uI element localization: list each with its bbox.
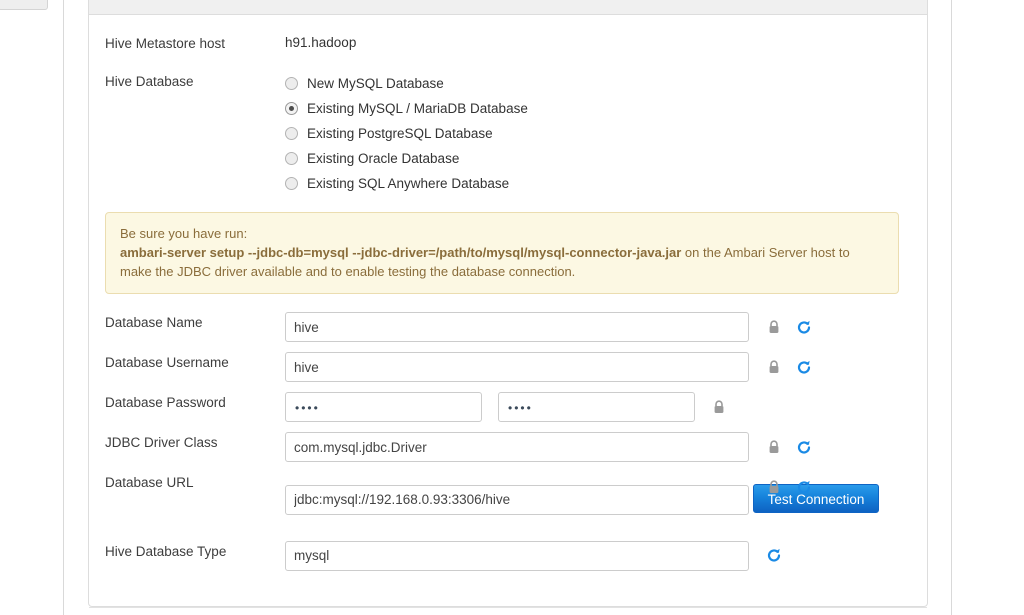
row-database-username: Database Username: [105, 352, 911, 382]
refresh-icon[interactable]: [794, 477, 814, 497]
radio-label: Existing MySQL / MariaDB Database: [307, 100, 528, 116]
right-column-divider: [951, 0, 952, 615]
control-col-database-url: Test Connection: [285, 472, 911, 515]
control-col-database-username: [285, 352, 911, 382]
refresh-icon[interactable]: [764, 546, 784, 566]
radio-existing-sql-anywhere-database[interactable]: Existing SQL Anywhere Database: [285, 171, 911, 196]
alert-line-2: ambari-server setup --jdbc-db=mysql --jd…: [120, 243, 884, 281]
row-database-password: Database Password •••• ••••: [105, 392, 911, 422]
hive-metastore-panel: Hive Metastore Hive Metastore host h91.h…: [88, 0, 928, 608]
label-database-url: Database URL: [105, 475, 194, 490]
radio-new-mysql-database[interactable]: New MySQL Database: [285, 71, 911, 96]
control-col-database-name: [285, 312, 911, 342]
radio-label: Existing SQL Anywhere Database: [307, 175, 510, 191]
label-database-username: Database Username: [105, 355, 229, 370]
database-url-input[interactable]: [285, 484, 749, 515]
label-hive-database: Hive Database: [105, 74, 194, 89]
row-database-name: Database Name: [105, 312, 911, 342]
radio-list: New MySQL Database Existing MySQL / Mari…: [285, 71, 911, 196]
lock-icon: [764, 317, 784, 337]
lock-icon: [709, 397, 729, 417]
panel-heading: Hive Metastore: [89, 0, 927, 15]
left-column-divider: [63, 0, 64, 615]
radio-label: Existing Oracle Database: [307, 150, 460, 166]
control-col-hive-database-type: [285, 540, 911, 571]
panel-bottom-divider: [89, 607, 927, 608]
label-jdbc-driver-class: JDBC Driver Class: [105, 435, 218, 450]
control-col-jdbc-driver-class: [285, 432, 911, 462]
database-password-confirm-input[interactable]: ••••: [498, 392, 695, 422]
radio-label: Existing PostgreSQL Database: [307, 125, 493, 141]
row-database-url: Database URL T: [105, 472, 911, 515]
label-metastore-host: Hive Metastore host: [105, 36, 226, 51]
radio-existing-oracle-database[interactable]: Existing Oracle Database: [285, 146, 911, 171]
database-username-input[interactable]: [285, 352, 749, 382]
password-confirm-masked-value: ••••: [508, 401, 533, 415]
label-database-password: Database Password: [105, 395, 226, 410]
radio-mark-icon: [285, 102, 298, 115]
panel-title-link[interactable]: Hive Metastore: [103, 0, 203, 3]
row-jdbc-driver-class: JDBC Driver Class: [105, 432, 911, 462]
label-hive-database-type: Hive Database Type: [105, 543, 227, 559]
database-name-input[interactable]: [285, 312, 749, 342]
hive-database-type-input[interactable]: [285, 540, 749, 571]
row-hive-database-type: Hive Database Type: [105, 540, 911, 571]
value-col-metastore-host: h91.hadoop: [285, 33, 911, 53]
radio-existing-mysql-mariadb-database[interactable]: Existing MySQL / MariaDB Database: [285, 96, 911, 121]
radio-mark-icon: [285, 127, 298, 140]
database-password-input[interactable]: ••••: [285, 392, 482, 422]
radio-label: New MySQL Database: [307, 75, 444, 91]
radio-mark-icon: [285, 77, 298, 90]
radio-mark-icon: [285, 177, 298, 190]
lock-icon: [764, 477, 784, 497]
password-field-pair: •••• ••••: [285, 392, 911, 422]
jdbc-driver-alert: Be sure you have run: ambari-server setu…: [105, 212, 899, 294]
radio-mark-icon: [285, 152, 298, 165]
panel-body: Hive Metastore host h91.hadoop Hive Data…: [89, 15, 927, 571]
control-col-database-password: •••• ••••: [285, 392, 911, 422]
label-database-name: Database Name: [105, 315, 203, 330]
value-metastore-host: h91.hadoop: [285, 35, 357, 50]
row-hive-database: Hive Database New MySQL Database Existin…: [105, 71, 911, 196]
alert-line-1: Be sure you have run:: [120, 226, 248, 241]
refresh-icon[interactable]: [794, 317, 814, 337]
top-left-widget-stub: [0, 0, 48, 10]
radio-existing-postgresql-database[interactable]: Existing PostgreSQL Database: [285, 121, 911, 146]
page-root: Hive Metastore Hive Metastore host h91.h…: [0, 0, 1024, 615]
refresh-icon[interactable]: [794, 437, 814, 457]
lock-icon: [764, 437, 784, 457]
password-masked-value: ••••: [295, 401, 320, 415]
refresh-icon[interactable]: [794, 357, 814, 377]
alert-command-text: ambari-server setup --jdbc-db=mysql --jd…: [120, 245, 682, 260]
radio-group-hive-database: New MySQL Database Existing MySQL / Mari…: [285, 71, 911, 196]
jdbc-driver-class-input[interactable]: [285, 432, 749, 462]
lock-icon: [764, 357, 784, 377]
row-metastore-host: Hive Metastore host h91.hadoop: [105, 33, 911, 54]
